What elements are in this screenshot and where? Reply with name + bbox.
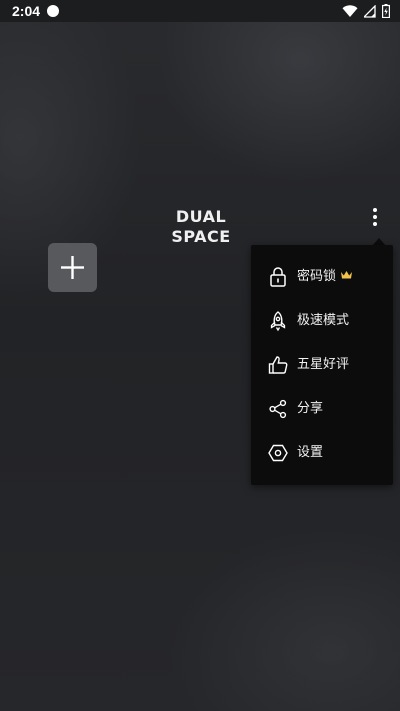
menu-item-password-lock[interactable]: 密码锁 xyxy=(251,255,393,299)
more-dot-icon xyxy=(373,215,377,219)
settings-hexagon-icon xyxy=(268,444,288,462)
status-time: 2:04 xyxy=(12,3,41,19)
menu-item-speed-mode[interactable]: 极速模式 xyxy=(251,299,393,343)
crown-icon xyxy=(341,271,352,279)
menu-item-five-star-review[interactable]: 五星好评 xyxy=(251,343,393,387)
wifi-icon xyxy=(342,4,358,17)
overflow-menu: 密码锁 极速模式 五星好评 分享 设置 xyxy=(251,245,393,485)
plus-icon xyxy=(61,256,84,279)
menu-item-label: 设置 xyxy=(297,445,324,460)
signal-icon xyxy=(364,4,376,18)
menu-item-label: 五星好评 xyxy=(297,357,350,372)
more-dot-icon xyxy=(373,208,377,212)
lock-icon xyxy=(270,267,286,287)
battery-charging-icon xyxy=(382,4,390,18)
more-options-button[interactable] xyxy=(362,204,388,230)
thumbs-up-icon xyxy=(268,356,288,374)
menu-item-label: 分享 xyxy=(297,401,324,416)
share-icon xyxy=(269,399,287,419)
menu-item-settings[interactable]: 设置 xyxy=(251,431,393,475)
rocket-icon xyxy=(270,311,286,332)
status-bar: 2:04 xyxy=(0,0,400,22)
dual-space-logo: DUAL SPACE xyxy=(171,207,231,246)
menu-item-share[interactable]: 分享 xyxy=(251,387,393,431)
menu-item-label: 密码锁 xyxy=(297,269,337,284)
notification-dot-icon xyxy=(47,5,59,17)
add-app-button[interactable] xyxy=(48,243,97,292)
menu-item-label: 极速模式 xyxy=(297,313,350,328)
status-icons xyxy=(342,4,390,18)
more-dot-icon xyxy=(373,222,377,226)
